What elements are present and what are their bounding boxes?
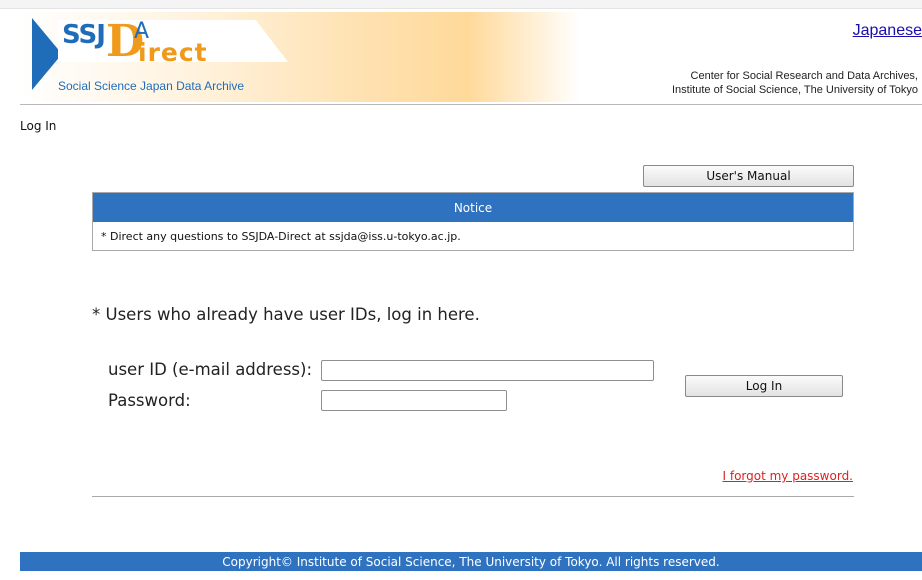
top-strip [0, 0, 922, 9]
institution-line-2: Institute of Social Science, The Univers… [672, 84, 918, 96]
logo-text-irect: irect [138, 38, 208, 67]
logo-subtitle: Social Science Japan Data Archive [58, 79, 245, 93]
institution-line-1: Center for Social Research and Data Arch… [690, 70, 918, 82]
user-id-label: user ID (e-mail address): [108, 360, 313, 379]
logo-text-ssj: SSJ [62, 20, 106, 50]
password-label: Password: [108, 391, 191, 410]
institution-info: Center for Social Research and Data Arch… [672, 69, 918, 97]
breadcrumb: Log In [20, 119, 57, 133]
notice-title: Notice [93, 193, 853, 222]
login-intro-text: * Users who already have user IDs, log i… [92, 305, 480, 324]
user-id-input[interactable] [321, 360, 654, 381]
divider [92, 496, 854, 497]
notice-box: Notice * Direct any questions to SSJDA-D… [92, 192, 854, 251]
users-manual-button[interactable]: User's Manual [643, 165, 854, 187]
language-switch-link[interactable]: Japanese [853, 22, 922, 40]
site-header: SSJ D A irect Social Science Japan Data … [20, 12, 922, 105]
password-input[interactable] [321, 390, 507, 411]
copyright-footer: Copyright© Institute of Social Science, … [20, 552, 922, 571]
login-button[interactable]: Log In [685, 375, 843, 397]
notice-text: * Direct any questions to SSJDA-Direct a… [101, 229, 461, 243]
logo-banner[interactable]: SSJ D A irect Social Science Japan Data … [20, 12, 580, 102]
forgot-password-link[interactable]: I forgot my password. [722, 469, 853, 483]
